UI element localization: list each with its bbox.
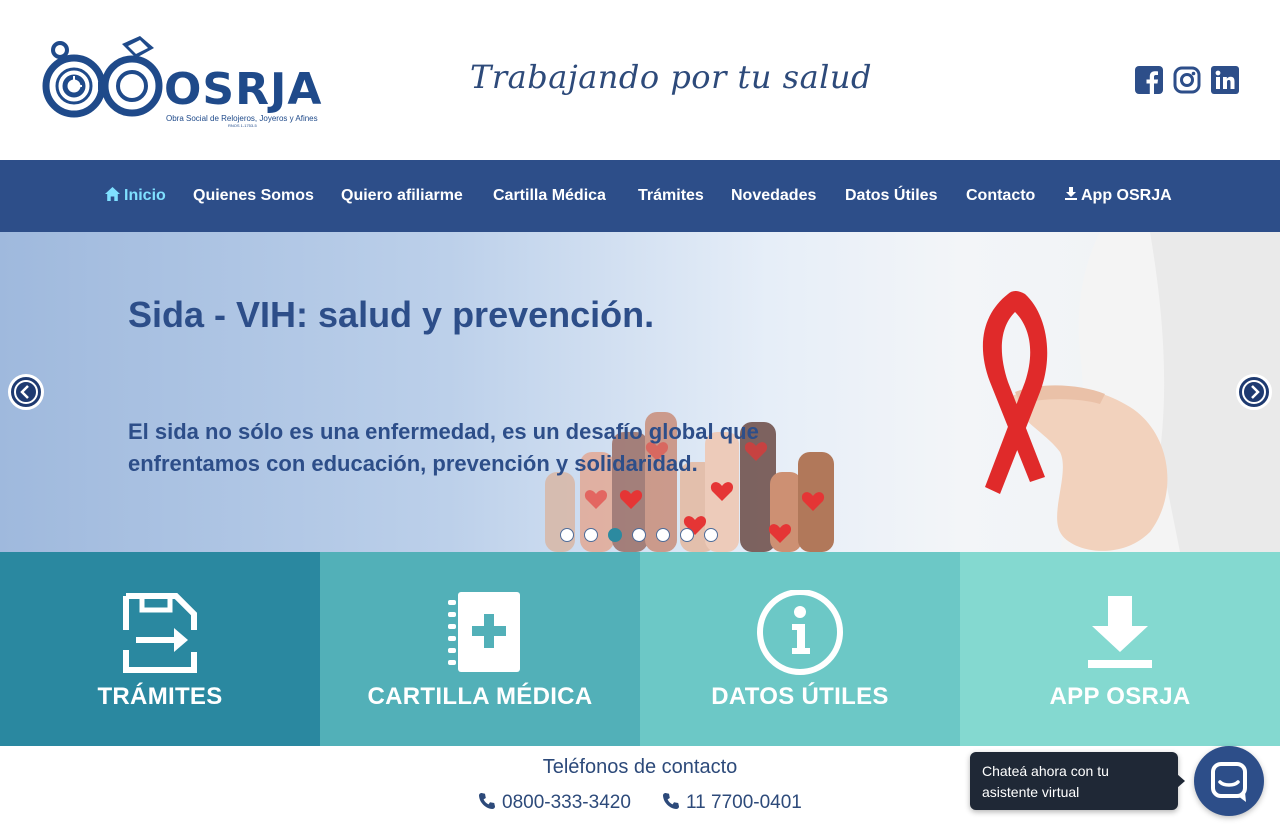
tile-cartilla-medica[interactable]: CARTILLA MÉDICA xyxy=(320,552,640,746)
form-transfer-icon xyxy=(123,593,197,673)
slider-dot-6[interactable] xyxy=(680,528,694,542)
nav-item-label: Quienes Somos xyxy=(193,187,314,204)
main-nav: Inicio Quienes Somos Quiero afiliarme Ca… xyxy=(0,160,1280,232)
slider-next-button[interactable] xyxy=(1236,374,1272,410)
nav-item-label: Novedades xyxy=(731,187,817,204)
nav-item-novedades[interactable]: Novedades xyxy=(731,160,816,232)
osrja-logo[interactable]: OSRJA Obra Social de Relojeros, Joyeros … xyxy=(42,34,332,130)
nav-item-label: Datos Útiles xyxy=(845,187,938,204)
chat-button[interactable] xyxy=(1194,746,1264,816)
hero-background-image xyxy=(545,232,1280,552)
hero-title: Sida - VIH: salud y prevención. xyxy=(128,294,655,335)
nav-item-label: Cartilla Médica xyxy=(493,187,606,204)
slider-dot-7[interactable] xyxy=(704,528,718,542)
chevron-left-icon xyxy=(14,380,38,404)
facebook-icon[interactable] xyxy=(1135,66,1163,94)
slider-dot-2[interactable] xyxy=(584,528,598,542)
nav-item-tramites[interactable]: Trámites xyxy=(638,160,704,232)
nav-item-label: App OSRJA xyxy=(1081,187,1172,204)
site-header: OSRJA Obra Social de Relojeros, Joyeros … xyxy=(0,0,1280,160)
nav-item-cartilla-medica[interactable]: Cartilla Médica xyxy=(493,160,606,232)
phone-link-1[interactable]: 0800-333-3420 xyxy=(478,792,631,814)
nav-item-label: Contacto xyxy=(966,187,1036,204)
tile-tramites[interactable]: TRÁMITES xyxy=(0,552,320,746)
instagram-icon[interactable] xyxy=(1173,66,1201,94)
nav-item-label: Quiero afiliarme xyxy=(341,187,463,204)
slider-dot-5[interactable] xyxy=(656,528,670,542)
info-icon xyxy=(757,590,843,675)
slider-dot-4[interactable] xyxy=(632,528,646,542)
nav-item-app-osrja[interactable]: App OSRJA xyxy=(1065,160,1172,232)
download-icon xyxy=(1065,187,1077,201)
logo-wordmark: OSRJA xyxy=(164,64,323,115)
slider-dot-1[interactable] xyxy=(560,528,574,542)
home-icon xyxy=(105,186,120,201)
tile-app-osrja[interactable]: APP OSRJA xyxy=(960,552,1280,746)
hero-text: El sida no sólo es una enfermedad, es un… xyxy=(128,419,759,476)
nav-item-inicio[interactable]: Inicio xyxy=(105,160,166,232)
download-icon xyxy=(1088,596,1152,668)
tile-label: APP OSRJA xyxy=(1049,683,1191,710)
medical-book-icon xyxy=(448,592,520,672)
nav-item-contacto[interactable]: Contacto xyxy=(966,160,1035,232)
tile-label: TRÁMITES xyxy=(97,683,223,710)
tile-label: CARTILLA MÉDICA xyxy=(367,683,593,710)
slider-dot-3[interactable] xyxy=(608,528,622,542)
nav-item-quienes-somos[interactable]: Quienes Somos xyxy=(193,160,314,232)
nav-item-label: Inicio xyxy=(124,187,166,204)
nav-item-quiero-afiliarme[interactable]: Quiero afiliarme xyxy=(341,160,463,232)
chat-icon xyxy=(1211,762,1247,802)
chat-tooltip[interactable]: Chateá ahora con tu asistente virtual xyxy=(970,752,1185,810)
hero-slider: Sida - VIH: salud y prevención. El sida … xyxy=(0,232,1280,552)
watch-rings-logo-icon xyxy=(42,36,163,118)
phone-number: 0800-333-3420 xyxy=(502,792,631,813)
nav-item-datos-utiles[interactable]: Datos Útiles xyxy=(845,160,937,232)
tile-datos-utiles[interactable]: DATOS ÚTILES xyxy=(640,552,960,746)
linkedin-icon[interactable] xyxy=(1211,66,1239,94)
chevron-right-icon xyxy=(1242,380,1266,404)
nav-item-label: Trámites xyxy=(638,187,704,204)
phone-icon xyxy=(479,792,495,809)
tagline: Trabajando por tu salud xyxy=(470,58,872,96)
phone-link-2[interactable]: 11 7700-0401 xyxy=(662,792,802,814)
tile-label: DATOS ÚTILES xyxy=(711,683,889,710)
logo-registry: RNOS 1-1753-5 xyxy=(228,123,257,128)
phone-icon xyxy=(663,792,679,809)
logo-subtitle: Obra Social de Relojeros, Joyeros y Afin… xyxy=(166,114,318,123)
slider-prev-button[interactable] xyxy=(8,374,44,410)
phone-number: 11 7700-0401 xyxy=(686,792,802,813)
